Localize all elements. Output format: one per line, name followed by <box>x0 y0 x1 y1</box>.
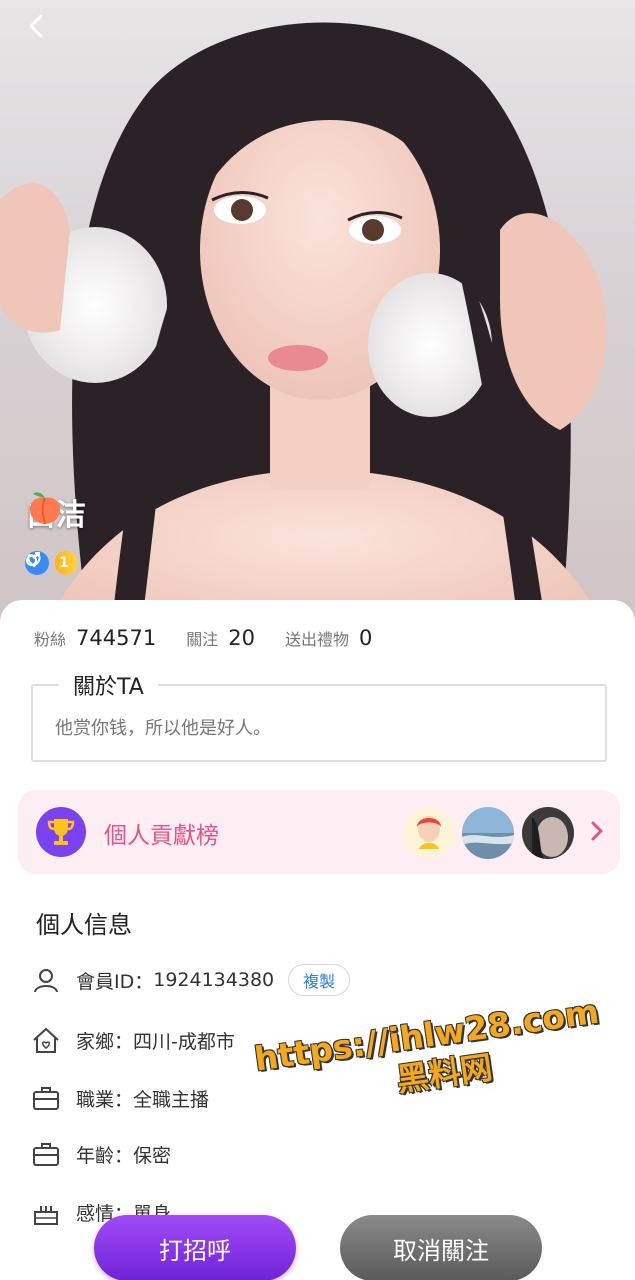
portrait-illustration <box>0 22 610 640</box>
member-id-label: 會員ID： <box>76 970 154 993</box>
cake-icon <box>30 1196 62 1228</box>
following-count: 20 <box>228 626 255 650</box>
about-section: 關於TA 他赏你钱，所以他是好人。 <box>31 669 607 762</box>
level-value: 1 <box>59 555 69 571</box>
fans-label: 粉絲 <box>34 630 67 649</box>
following-label: 關注 <box>186 630 219 649</box>
member-id-row: 會員ID： 1924134380 複製 <box>30 964 351 996</box>
contributor-avatar[interactable] <box>403 807 455 859</box>
chevron-left-icon <box>29 14 43 38</box>
home-icon <box>30 1024 62 1056</box>
contributor-avatar[interactable] <box>522 807 574 859</box>
occupation-value: 全職主播 <box>133 1088 210 1111</box>
hometown-row: 家鄉： 四川-成都市 <box>30 1024 235 1056</box>
gifts-count: 0 <box>358 626 373 650</box>
user-icon <box>30 964 62 996</box>
personal-info-title: 個人信息 <box>36 911 132 939</box>
profile-badges: 1 <box>25 551 77 575</box>
level-badge: 1 <box>27 551 77 575</box>
profile-cover-photo: 白洁 1 <box>0 0 635 640</box>
contribution-ranking-row[interactable]: 個人貢獻榜 <box>18 790 620 874</box>
fans-count: 744571 <box>76 626 157 650</box>
profile-nickname: 白洁 <box>26 490 86 534</box>
hometown-value: 四川-成都市 <box>133 1030 235 1053</box>
chevron-right-icon <box>591 821 603 841</box>
trophy-icon <box>36 807 86 857</box>
member-id-value: 1924134380 <box>153 969 275 991</box>
age-value: 保密 <box>133 1144 172 1167</box>
age-row: 年齡： 保密 <box>30 1138 171 1170</box>
about-text: 他赏你钱，所以他是好人。 <box>55 718 271 739</box>
age-label: 年齡： <box>76 1144 134 1167</box>
heart-icon <box>27 553 41 568</box>
briefcase-icon <box>30 1138 62 1170</box>
occupation-label: 職業： <box>76 1088 134 1111</box>
occupation-row: 職業： 全職主播 <box>30 1082 209 1114</box>
hometown-label: 家鄉： <box>76 1030 134 1053</box>
contribution-ranking-label: 個人貢獻榜 <box>104 823 219 849</box>
back-button[interactable] <box>26 12 70 56</box>
briefcase-icon <box>30 1082 62 1114</box>
contributor-avatar[interactable] <box>462 807 514 859</box>
greet-button[interactable]: 打招呼 <box>94 1215 296 1280</box>
peach-emoji-icon <box>29 492 61 525</box>
about-title: 關於TA <box>59 669 158 701</box>
copy-id-button[interactable]: 複製 <box>288 964 351 996</box>
gifts-label: 送出禮物 <box>284 630 349 649</box>
profile-detail-card: 粉絲 744571 關注 20 送出禮物 0 關於TA 他赏你钱，所以他是好人。… <box>0 600 635 1280</box>
profile-stats: 粉絲 744571 關注 20 送出禮物 0 <box>34 626 402 650</box>
unfollow-button[interactable]: 取消關注 <box>340 1215 542 1280</box>
